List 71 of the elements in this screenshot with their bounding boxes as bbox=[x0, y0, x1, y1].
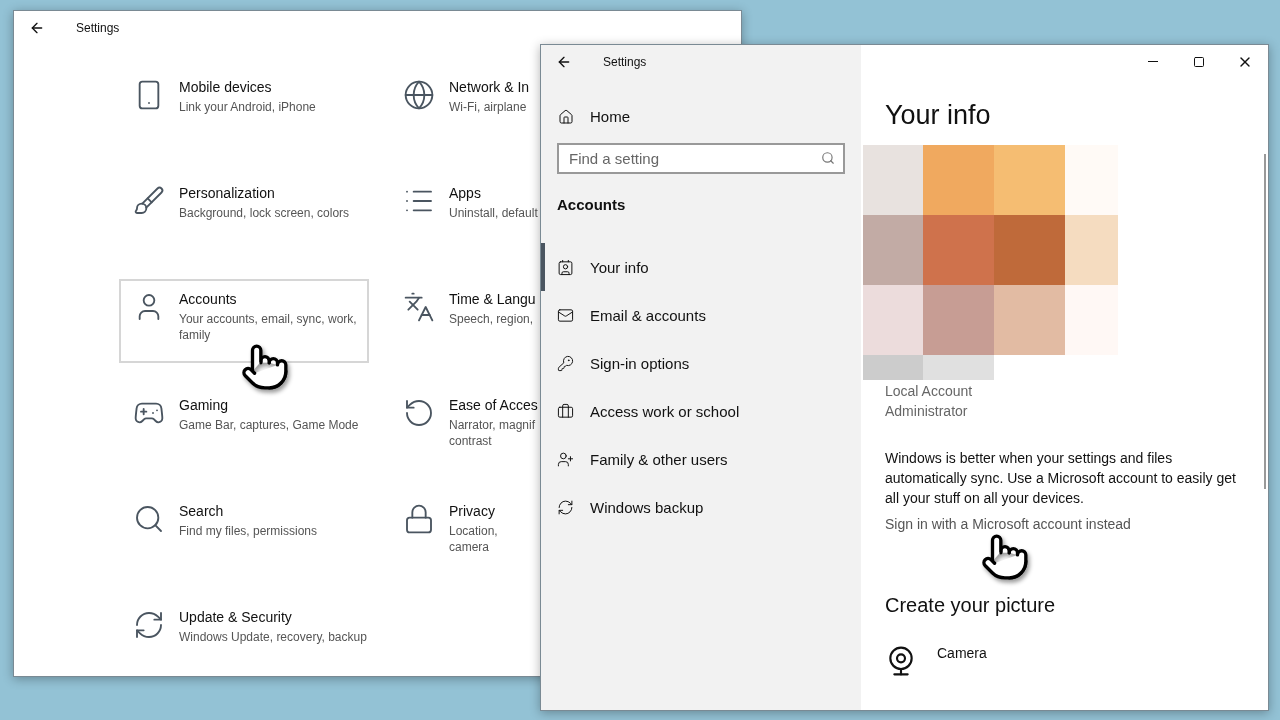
sync-description: Windows is better when your settings and files automatically sync. Use a Microsoft account to easily get all your stuff on all your devices. bbox=[885, 449, 1237, 508]
category-title: Gaming bbox=[179, 397, 230, 413]
category-title: Ease of Acces bbox=[449, 397, 539, 413]
settings-category[interactable]: Personalization Background, lock screen, colors bbox=[119, 173, 369, 257]
globe-icon bbox=[403, 79, 435, 111]
category-description: Location, camera bbox=[449, 523, 499, 555]
maximize-icon bbox=[1193, 55, 1205, 68]
category-title: Accounts bbox=[179, 291, 238, 307]
category-description: Uninstall, default bbox=[449, 205, 538, 221]
category-description: Link your Android, iPhone bbox=[179, 99, 316, 115]
category-title: Search bbox=[179, 503, 225, 519]
nav-item[interactable]: Windows backup bbox=[541, 483, 861, 531]
settings-category[interactable]: Apps Uninstall, default bbox=[389, 173, 541, 257]
section-heading: Create your picture bbox=[885, 594, 1057, 617]
category-description: Find my files, permissions bbox=[179, 523, 318, 539]
refresh-icon bbox=[133, 609, 165, 641]
category-title: Time & Langu bbox=[449, 291, 536, 307]
window-title: Settings bbox=[76, 20, 120, 35]
category-description: Windows Update, recovery, backup bbox=[179, 629, 367, 645]
window-title: Settings bbox=[603, 54, 647, 69]
settings-category[interactable]: Time & Langu Speech, region, bbox=[389, 279, 541, 363]
briefcase-icon bbox=[557, 402, 574, 420]
category-title: Network & In bbox=[449, 79, 530, 95]
minimize-icon bbox=[1148, 61, 1158, 62]
brush-icon bbox=[133, 185, 165, 217]
settings-category[interactable]: Ease of Acces Narrator, magnif contrast bbox=[389, 385, 541, 469]
category-title: Personalization bbox=[179, 185, 276, 201]
category-description: Your accounts, email, sync, work, family bbox=[179, 311, 358, 343]
home-link[interactable]: Home bbox=[541, 78, 861, 125]
category-title: Apps bbox=[449, 185, 482, 201]
contact-icon bbox=[557, 258, 574, 276]
search-icon bbox=[821, 151, 835, 165]
settings-category[interactable]: Update & Security Windows Update, recovery, backup bbox=[119, 597, 369, 676]
search-field[interactable]: Find a setting bbox=[557, 143, 845, 174]
settings-category[interactable]: Gaming Game Bar, captures, Game Mode bbox=[119, 385, 369, 469]
language-icon bbox=[403, 291, 435, 323]
sync-icon bbox=[557, 498, 574, 516]
category-title: Update & Security bbox=[179, 609, 293, 625]
circular-arrow-icon bbox=[403, 397, 435, 429]
nav-item[interactable]: Sign-in options bbox=[541, 339, 861, 387]
add-person-icon bbox=[557, 450, 574, 468]
category-description: Wi-Fi, airplane bbox=[449, 99, 528, 115]
category-description: Speech, region, bbox=[449, 311, 535, 327]
account-info: Local Account bbox=[885, 382, 974, 401]
sign-in-link[interactable]: Sign in with a Microsoft account instead bbox=[885, 516, 1131, 532]
category-title: Privacy bbox=[449, 503, 496, 519]
page-heading: Your info bbox=[885, 100, 992, 131]
category-description: Background, lock screen, colors bbox=[179, 205, 350, 221]
settings-category[interactable]: Privacy Location, camera bbox=[389, 491, 541, 575]
picture-option[interactable]: Camera bbox=[885, 645, 1268, 677]
category-description: Narrator, magnif contrast bbox=[449, 417, 537, 449]
settings-category[interactable]: Accounts Your accounts, email, sync, work, family bbox=[119, 279, 369, 363]
nav-item[interactable]: Email & accounts bbox=[541, 291, 861, 339]
settings-category[interactable]: Search Find my files, permissions bbox=[119, 491, 369, 575]
key-icon bbox=[557, 354, 574, 372]
scrollbar[interactable] bbox=[1264, 154, 1266, 489]
hand-cursor-icon bbox=[980, 532, 1030, 582]
settings-category[interactable]: Mobile devices Link your Android, iPhone bbox=[119, 67, 369, 151]
account-info: Administrator bbox=[885, 402, 969, 421]
nav-item[interactable]: Access work or school bbox=[541, 387, 861, 435]
section-title: Accounts bbox=[557, 196, 627, 213]
search-icon bbox=[133, 503, 165, 535]
lock-icon bbox=[403, 503, 435, 535]
settings-category[interactable]: Network & In Wi-Fi, airplane bbox=[389, 67, 541, 151]
nav-item[interactable]: Your info bbox=[541, 243, 861, 291]
hand-cursor-icon bbox=[240, 342, 290, 392]
nav-item[interactable]: Family & other users bbox=[541, 435, 861, 483]
mail-icon bbox=[557, 306, 574, 324]
home-icon bbox=[558, 108, 574, 125]
category-title: Mobile devices bbox=[179, 79, 273, 95]
category-description: Game Bar, captures, Game Mode bbox=[179, 417, 359, 433]
